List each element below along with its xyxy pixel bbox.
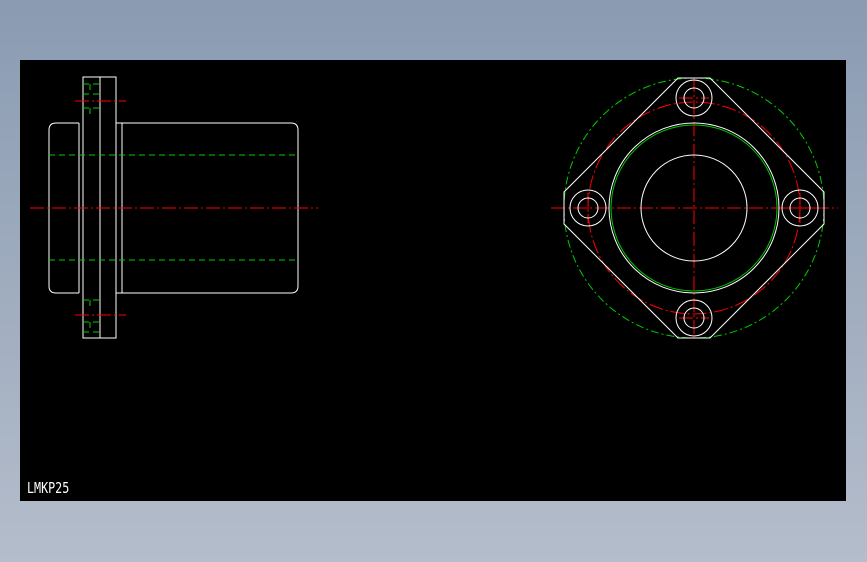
cad-viewport[interactable] <box>20 60 846 501</box>
part-label: LMKP25 <box>27 479 70 497</box>
